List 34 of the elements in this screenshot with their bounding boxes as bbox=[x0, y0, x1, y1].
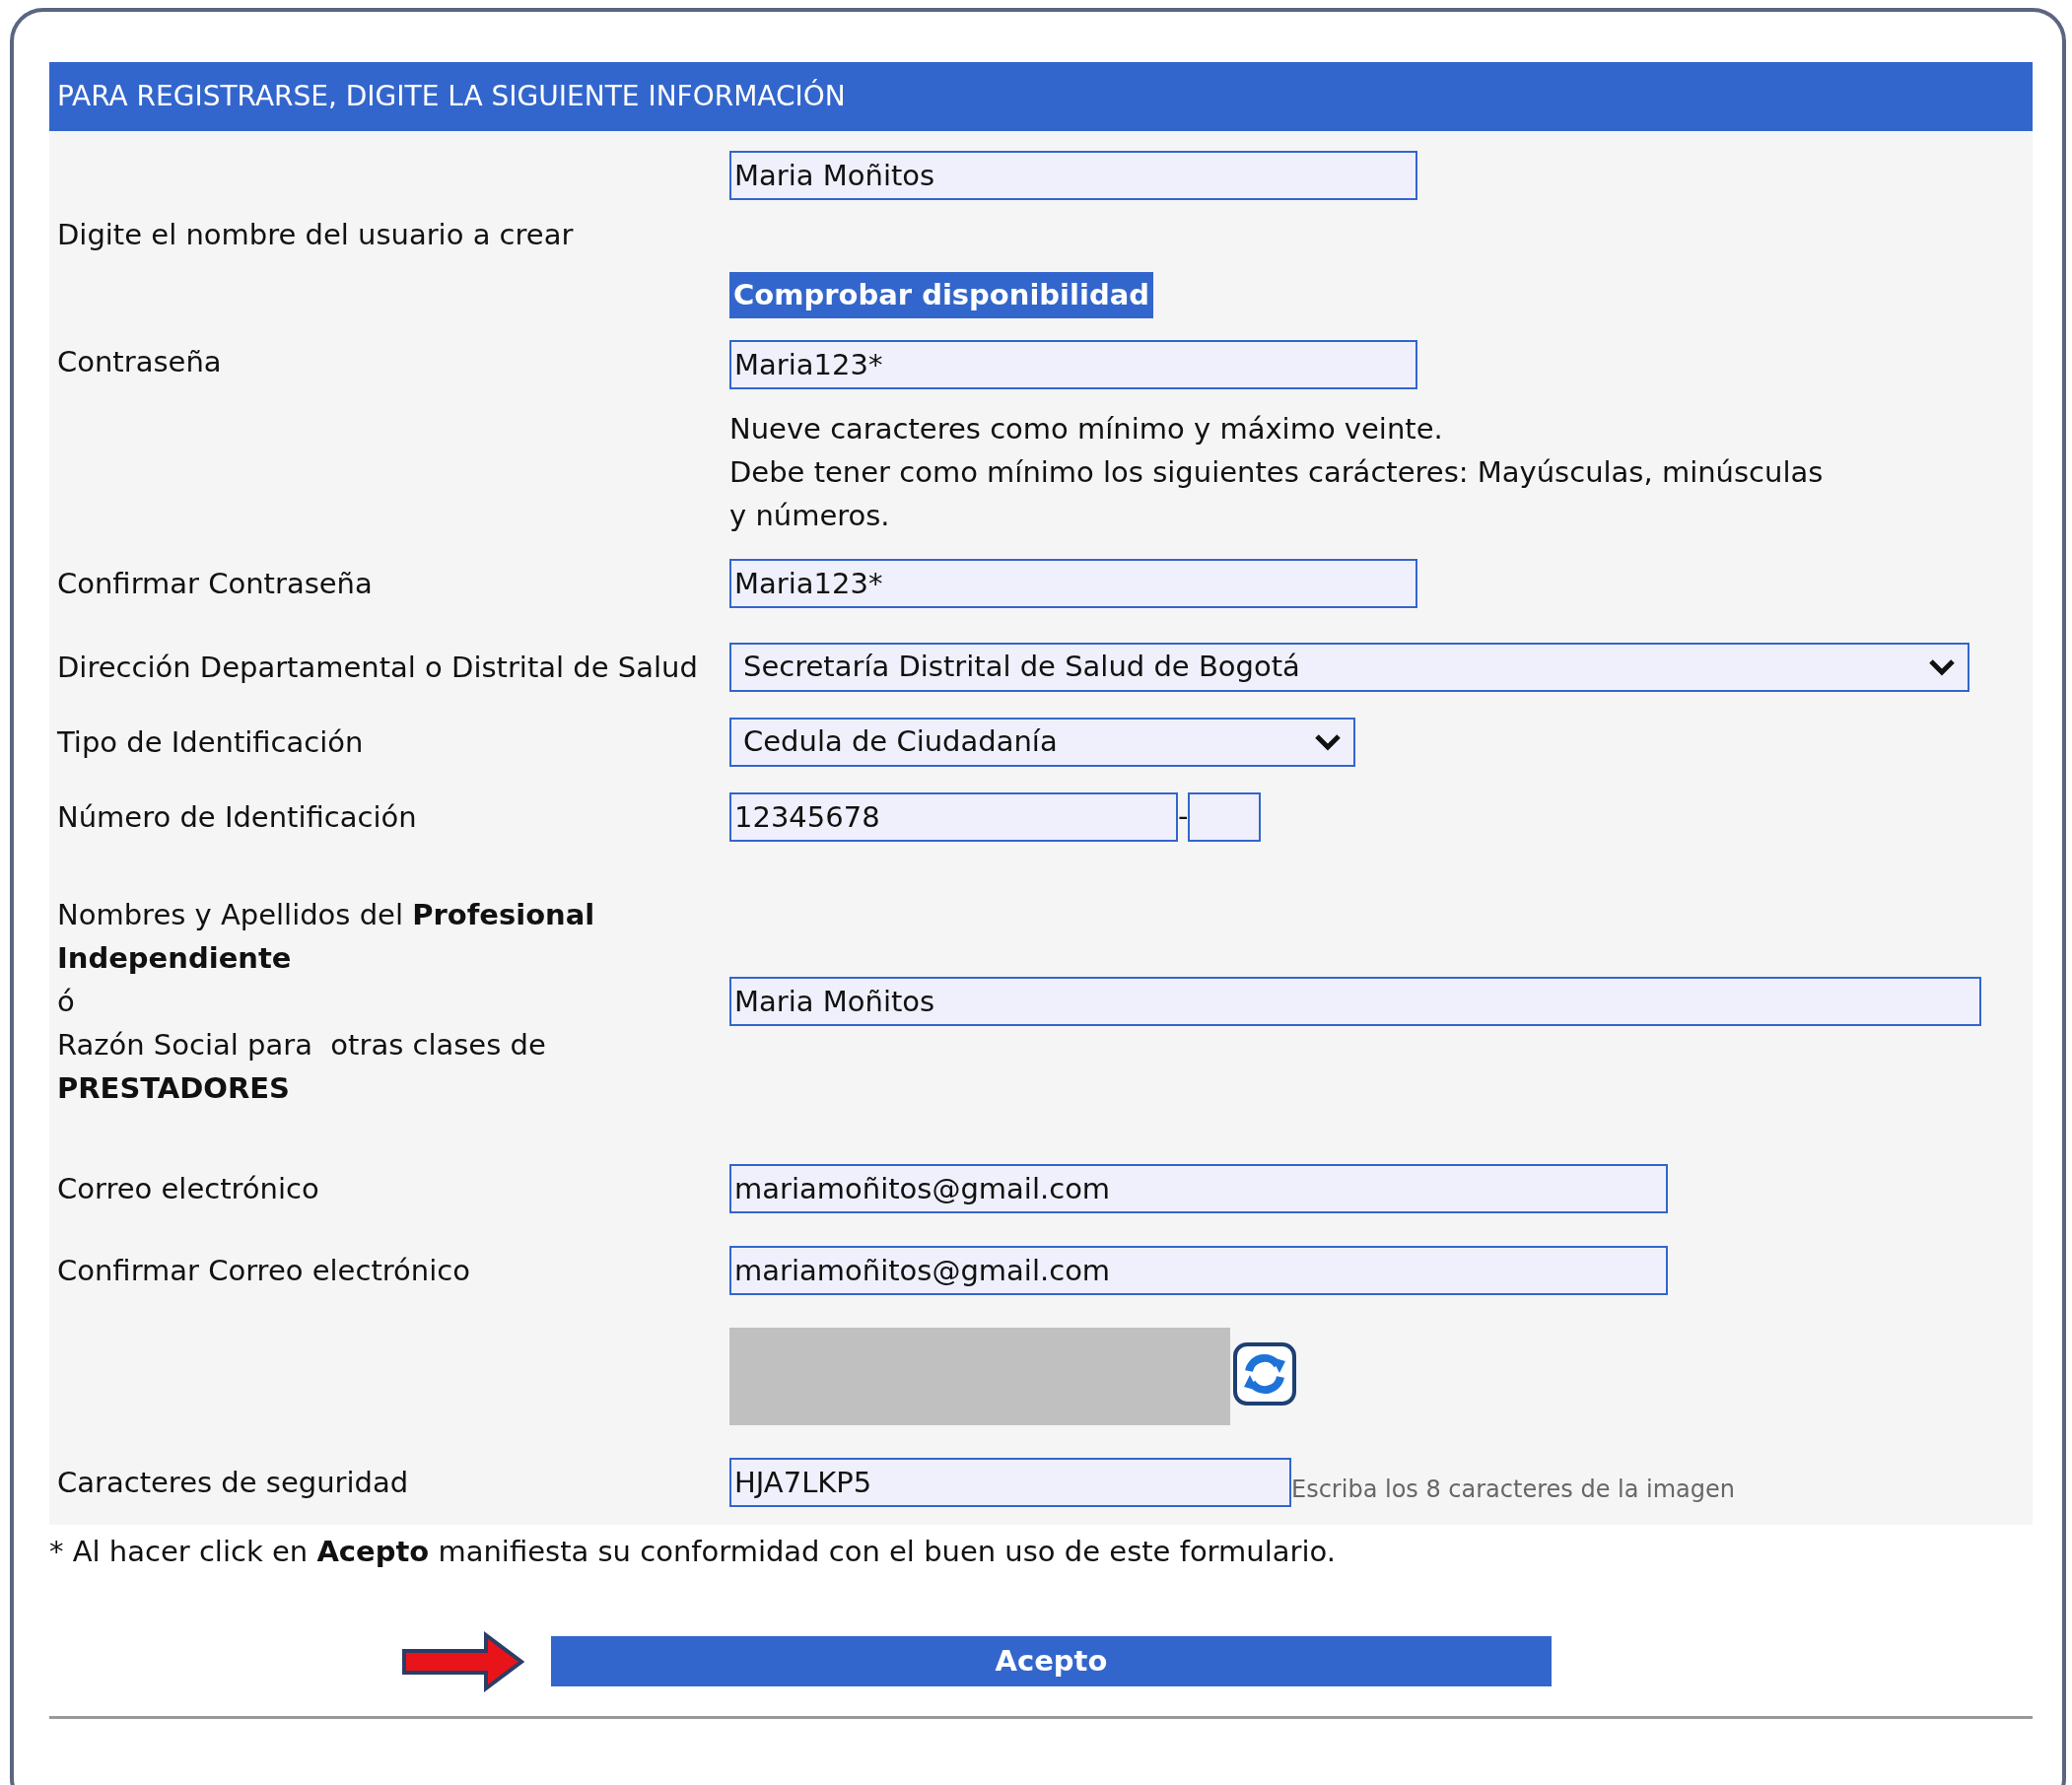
refresh-icon[interactable] bbox=[1232, 1341, 1297, 1407]
field-label: Correo electrónico bbox=[56, 1171, 320, 1207]
field-label: Confirmar Correo electrónico bbox=[56, 1253, 471, 1289]
id-number-field[interactable]: 12345678 bbox=[729, 792, 1178, 842]
hint-text: Escriba los 8 caracteres de la imagen bbox=[1291, 1475, 1736, 1505]
field-label: Número de Identificación bbox=[56, 799, 418, 836]
field-label: Caracteres de seguridad bbox=[56, 1465, 410, 1501]
text-field[interactable]: Maria Moñitos bbox=[729, 977, 1981, 1026]
field-label: Contraseña bbox=[56, 344, 223, 380]
dropdown-select[interactable]: Cedula de Ciudadanía bbox=[729, 718, 1355, 767]
form-header: PARA REGISTRARSE, DIGITE LA SIGUIENTE INFORMACIÓN bbox=[49, 62, 2033, 131]
field-label: Razón Social para otras clases de PRESTADORES bbox=[57, 1027, 547, 1107]
field-label: Confirmar Contraseña bbox=[56, 566, 374, 602]
dropdown-select[interactable]: Secretaría Distrital de Salud de Bogotá bbox=[729, 643, 1969, 692]
field-label: Dirección Departamental o Distrital de Salud bbox=[56, 650, 699, 686]
text-field[interactable]: Maria Moñitos bbox=[729, 151, 1417, 200]
check-digit-field[interactable] bbox=[1188, 792, 1262, 842]
arrow-right-icon bbox=[401, 1630, 525, 1692]
text-field[interactable]: HJA7LKP5 bbox=[729, 1458, 1291, 1507]
text-field[interactable]: mariamoñitos@gmail.com bbox=[729, 1164, 1668, 1213]
help-text: Nueve caracteres como mínimo y máximo veinte. bbox=[729, 411, 1444, 447]
text-field[interactable]: Maria123* bbox=[729, 340, 1417, 389]
field-label: ó bbox=[57, 984, 76, 1020]
text-field[interactable]: Maria123* bbox=[729, 559, 1417, 608]
separator-text: - bbox=[1178, 798, 1189, 836]
check-availability-button[interactable]: Comprobar disponibilidad bbox=[729, 272, 1154, 318]
text-field[interactable]: mariamoñitos@gmail.com bbox=[729, 1246, 1668, 1295]
help-text: Debe tener como mínimo los siguientes carácteres: Mayúsculas, minúsculas y números. bbox=[729, 454, 1825, 534]
field-label: Digite el nombre del usuario a crear bbox=[56, 217, 575, 253]
chevron-down-icon bbox=[1314, 733, 1342, 751]
field-label: Tipo de Identificación bbox=[56, 724, 365, 761]
chevron-down-icon bbox=[1928, 658, 1956, 676]
disclaimer-text: * Al hacer click en Acepto manifiesta su conformidad con el buen uso de este formulario. bbox=[49, 1534, 1337, 1570]
accept-button[interactable]: Acepto bbox=[551, 1636, 1552, 1686]
